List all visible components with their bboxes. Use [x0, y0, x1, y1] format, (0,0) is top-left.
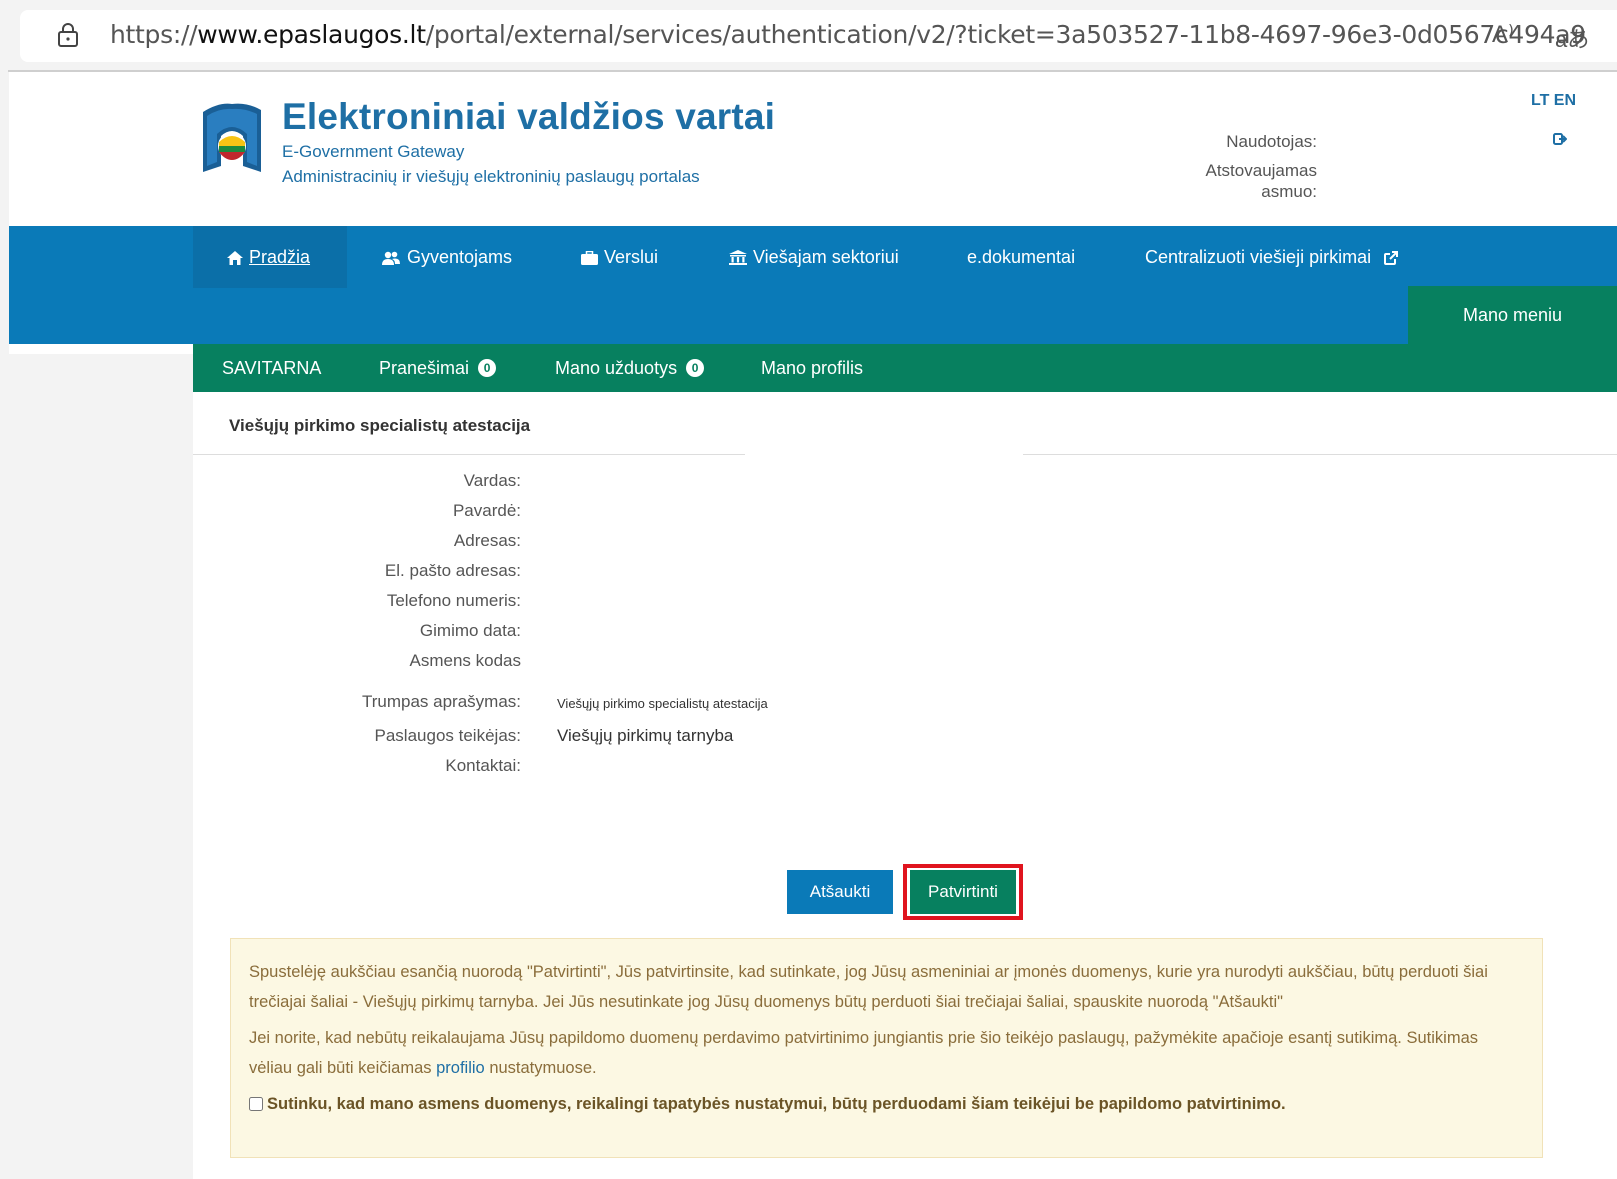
site-subtitle-lt: Administracinių ir viešųjų elektroninių … [282, 167, 700, 186]
consent-checkbox[interactable] [249, 1097, 263, 1111]
notice-paragraph-profile: Jei norite, kad nebūtų reikalaujama Jūsų… [249, 1023, 1524, 1083]
my-menu-tab[interactable]: Mano meniu [1408, 286, 1617, 344]
subnav-label: SAVITARNA [222, 358, 322, 378]
nav-label: Gyventojams [407, 247, 513, 267]
notice-paragraph: Spustelėję aukščiau esančią nuorodą "Pat… [249, 963, 1488, 1011]
nav-label: e.dokumentai [967, 247, 1076, 267]
web-page: Elektroniniai valdžios vartai E-Governme… [9, 72, 1617, 1179]
tasks-count-badge: 0 [686, 359, 705, 377]
nav-item-centralizuoti-pirkimai[interactable]: Centralizuoti viešieji pirkimai [1145, 226, 1399, 288]
consent-panel: Viešųjų pirkimo specialistų atestacija V… [193, 392, 1617, 1179]
logout-icon[interactable] [1553, 132, 1567, 146]
data-transfer-notice: Spustelėję aukščiau esančią nuorodą "Pat… [230, 938, 1543, 1158]
field-label-trumpas-aprasymas: Trumpas aprašymas: [361, 692, 521, 711]
field-label-asmens-kodas: Asmens kodas [409, 651, 522, 670]
field-label-vardas: Vardas: [463, 471, 521, 490]
external-link-icon [1384, 251, 1399, 265]
main-nav: Pradžia Gyventojams Verslui Viešajam sek… [9, 226, 1617, 344]
language-switcher[interactable]: LT EN [1531, 92, 1576, 110]
url-path: /portal/external/services/authentication… [425, 20, 1586, 49]
portal-logo-icon[interactable] [199, 102, 265, 174]
address-bar[interactable]: https://www.epaslaugos.lt/portal/externa… [20, 10, 1617, 62]
users-icon [382, 251, 400, 265]
self-service-nav: SAVITARNA Pranešimai 0 Mano užduotys 0 M… [193, 344, 1617, 392]
url-text[interactable]: https://www.epaslaugos.lt/portal/externa… [110, 20, 1586, 49]
field-value-paslaugos-teikejas: Viešųjų pirkimų tarnyba [557, 726, 734, 745]
field-label-email: El. pašto adresas: [384, 561, 521, 580]
site-subtitle-en: E-Government Gateway [282, 142, 465, 161]
service-title: Viešųjų pirkimo specialistų atestacija [229, 416, 531, 435]
nav-item-verslui[interactable]: Verslui [581, 226, 658, 288]
site-title[interactable]: Elektroniniai valdžios vartai [282, 96, 775, 138]
nav-item-gyventojams[interactable]: Gyventojams [381, 226, 512, 288]
consent-text: Sutinku, kad mano asmens duomenys, reika… [267, 1095, 1286, 1113]
institution-icon [729, 250, 747, 265]
notice-text: nustatymuose. [489, 1059, 597, 1077]
nav-item-viesajam-sektoriui[interactable]: Viešajam sektoriui [729, 226, 899, 288]
represented-person-label: Atstovaujamas asmuo: [1205, 161, 1318, 201]
consent-label[interactable]: Sutinku, kad mano asmens duomenys, reika… [249, 1089, 1524, 1119]
home-icon [227, 251, 243, 265]
subnav-label: Pranešimai [379, 358, 470, 378]
profile-settings-link[interactable]: profilio [436, 1059, 485, 1077]
field-label-pavarde: Pavardė: [452, 501, 521, 520]
confirm-button[interactable]: Patvirtinti [910, 870, 1016, 914]
subnav-label: Mano užduotys [555, 358, 678, 378]
nav-item-edokumentai[interactable]: e.dokumentai [967, 226, 1075, 288]
cancel-button[interactable]: Atšaukti [787, 870, 893, 914]
field-label-telefonas: Telefono numeris: [386, 591, 521, 610]
nav-label: Viešajam sektoriui [753, 247, 899, 267]
nav-label: Verslui [604, 247, 659, 267]
subnav-item-savitarna[interactable]: SAVITARNA [222, 344, 321, 392]
field-label-kontaktai: Kontaktai: [445, 756, 521, 775]
nav-item-pradzia[interactable]: Pradžia [193, 226, 347, 288]
title-divider [193, 454, 745, 455]
browser-toolbar: https://www.epaslaugos.lt/portal/externa… [0, 0, 1617, 72]
subnav-item-mano-uzduotys[interactable]: Mano užduotys 0 [555, 344, 705, 392]
left-gutter [9, 354, 200, 1179]
read-aloud-icon[interactable]: A⁾ [1492, 20, 1514, 49]
translate-icon[interactable]: aあ [1555, 22, 1589, 54]
subnav-item-pranesimai[interactable]: Pranešimai 0 [379, 344, 497, 392]
nav-label: Centralizuoti viešieji pirkimai [1145, 247, 1372, 267]
lock-icon[interactable] [56, 22, 80, 48]
user-label: Naudotojas: [1226, 132, 1317, 151]
field-label-paslaugos-teikejas: Paslaugos teikėjas: [374, 726, 521, 745]
field-value-trumpas-aprasymas: Viešųjų pirkimo specialistų atestacija [557, 696, 768, 711]
field-label-gimimo-data: Gimimo data: [419, 621, 521, 640]
nav-label: Pradžia [249, 247, 311, 267]
notice-text: Jei norite, kad nebūtų reikalaujama Jūsų… [249, 1029, 1478, 1077]
subnav-label: Mano profilis [761, 358, 864, 378]
notifications-count-badge: 0 [478, 359, 497, 377]
subnav-item-mano-profilis[interactable]: Mano profilis [761, 344, 863, 392]
briefcase-icon [581, 250, 598, 265]
url-domain: www.epaslaugos.lt [197, 20, 426, 49]
title-divider [1023, 454, 1617, 455]
field-label-adresas: Adresas: [453, 531, 521, 550]
url-prefix: https:// [110, 20, 198, 49]
